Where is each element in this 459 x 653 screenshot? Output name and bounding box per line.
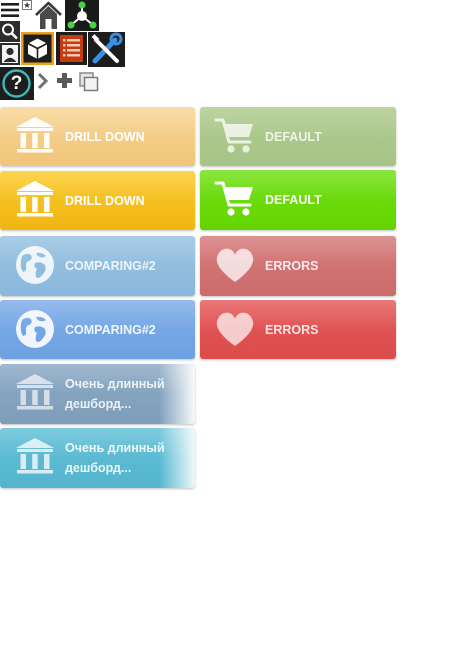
- user-button[interactable]: [0, 43, 20, 65]
- search-button[interactable]: [0, 21, 20, 42]
- network-button[interactable]: [65, 0, 99, 31]
- user-icon: [0, 43, 20, 65]
- tile-label: COMPARING#2: [65, 259, 156, 273]
- cart-icon: [214, 118, 255, 155]
- globe-icon: [16, 246, 54, 284]
- pin-button[interactable]: [22, 0, 32, 10]
- tile-long-dashboard-faded[interactable]: Очень длинный дешборд...: [0, 364, 195, 424]
- tile-label: DEFAULT: [265, 129, 322, 144]
- copy-icon: [79, 72, 99, 92]
- list-button[interactable]: [56, 32, 87, 65]
- star-marker-icon: [22, 0, 32, 10]
- tile-label: DEFAULT: [265, 193, 322, 207]
- network-icon: [65, 0, 99, 31]
- copy-button[interactable]: [78, 71, 100, 93]
- tools-button[interactable]: [88, 32, 125, 67]
- tile-label: Очень длинный дешборд...: [65, 377, 165, 411]
- expand-button[interactable]: [36, 72, 50, 90]
- tile-default-faded[interactable]: DEFAULT: [200, 107, 396, 166]
- add-button[interactable]: [55, 71, 74, 90]
- tile-default[interactable]: DEFAULT: [200, 170, 396, 230]
- tile-label: COMPARING#2: [65, 322, 156, 337]
- heart-icon: [216, 312, 254, 346]
- tile-errors-faded[interactable]: ERRORS: [200, 236, 396, 296]
- tile-label: DRILL DOWN: [65, 193, 145, 208]
- help-glyph: ?: [10, 73, 23, 94]
- tile-label: DRILL DOWN: [65, 129, 145, 144]
- dashboard-tiles: DRILL DOWN DEFAULT DRILL DOWN DEFAULT CO…: [0, 106, 400, 490]
- tile-drill-down[interactable]: DRILL DOWN: [0, 171, 195, 230]
- cube-button[interactable]: [21, 32, 54, 65]
- menu-icon: [1, 3, 19, 17]
- tile-drill-down-faded[interactable]: DRILL DOWN: [0, 107, 195, 166]
- tile-long-dashboard[interactable]: Очень длинный дешборд...: [0, 428, 195, 488]
- home-button[interactable]: [33, 0, 64, 31]
- plus-icon: [57, 73, 72, 88]
- tile-errors[interactable]: ERRORS: [200, 300, 396, 359]
- globe-icon: [16, 310, 54, 348]
- cart-icon: [214, 181, 255, 218]
- toolbar: ?: [0, 0, 130, 102]
- tile-comparing[interactable]: COMPARING#2: [0, 300, 195, 359]
- bank-icon: [16, 181, 54, 217]
- bank-icon: [16, 438, 54, 474]
- home-icon: [33, 0, 64, 31]
- menu-button[interactable]: [0, 0, 20, 20]
- bank-icon: [16, 117, 54, 153]
- chevron-right-icon: [37, 72, 49, 90]
- help-button[interactable]: ?: [0, 67, 34, 100]
- search-icon: [0, 21, 20, 42]
- tile-label: ERRORS: [265, 322, 319, 337]
- tools-icon: [88, 32, 125, 67]
- bank-icon: [16, 374, 54, 410]
- cube-icon: [21, 32, 54, 65]
- heart-icon: [216, 248, 254, 282]
- tile-comparing-faded[interactable]: COMPARING#2: [0, 236, 195, 296]
- tile-label: ERRORS: [265, 259, 319, 273]
- tile-label: Очень длинный дешборд...: [65, 441, 165, 475]
- list-icon: [56, 32, 87, 65]
